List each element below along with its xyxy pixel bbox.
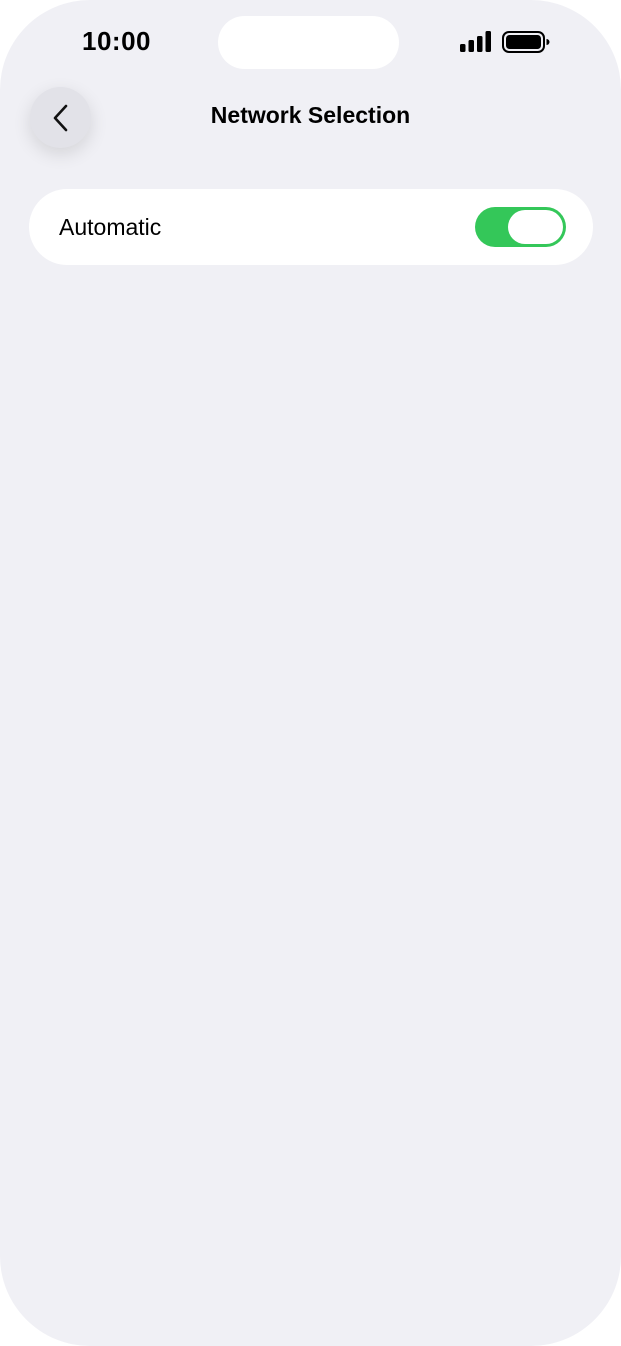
toggle-knob [508,210,563,244]
battery-full-icon [502,31,550,53]
status-time: 10:00 [82,26,151,56]
cellular-signal-icon [460,31,491,52]
dynamic-island [218,16,399,69]
automatic-setting-row: Automatic [29,189,593,265]
automatic-label: Automatic [59,214,162,240]
page-title: Network Selection [210,102,411,128]
phone-screen: 10:00 Network Selection Automatic [0,0,621,1346]
automatic-toggle[interactable] [475,207,566,247]
